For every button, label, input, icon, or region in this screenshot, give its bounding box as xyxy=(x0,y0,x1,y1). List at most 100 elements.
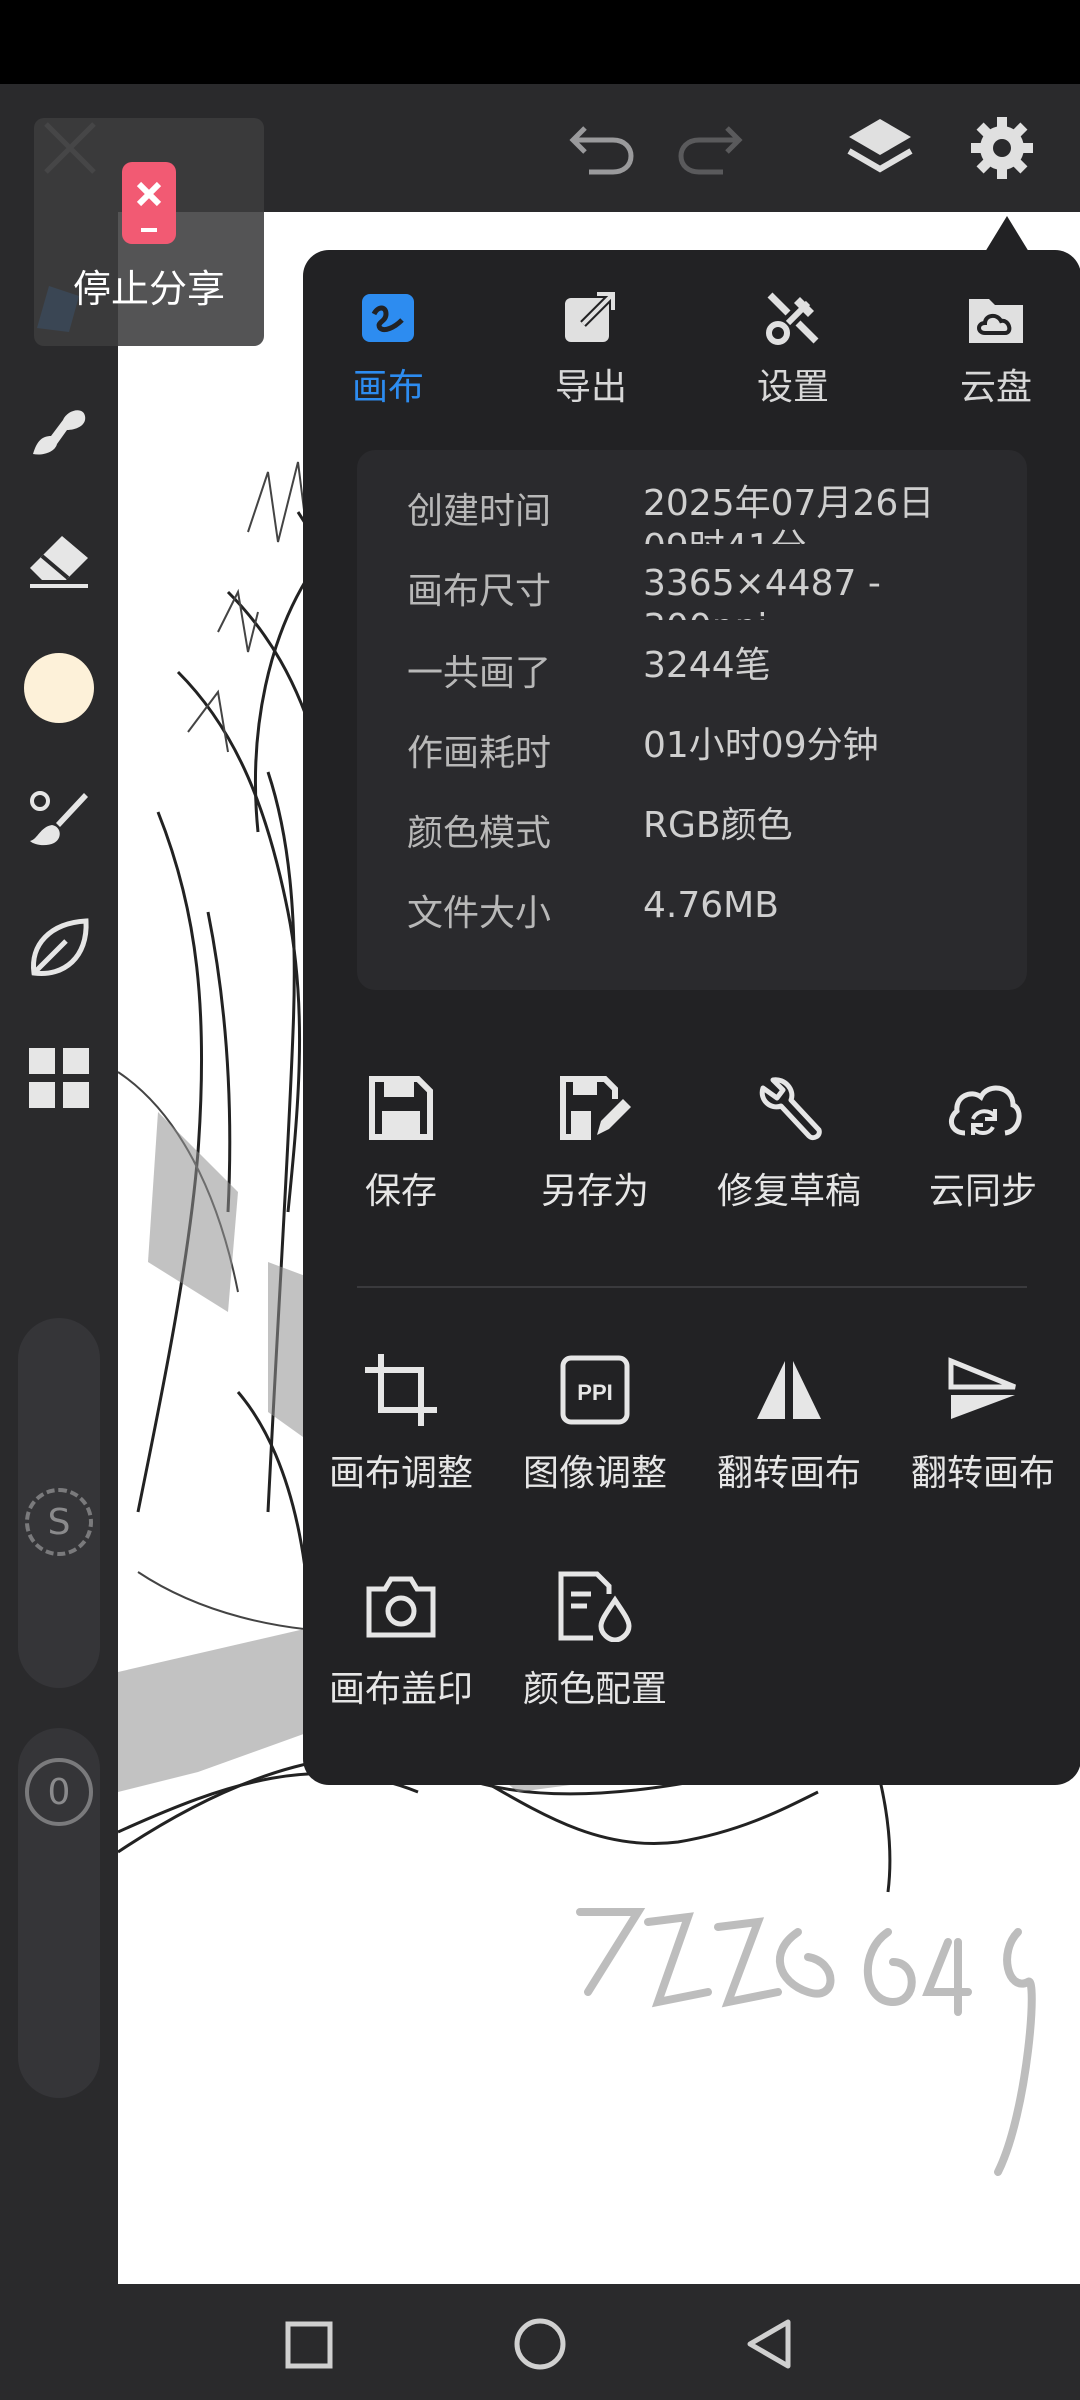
info-key: 文件大小 xyxy=(407,893,552,934)
canvas-adjust-label: 画布调整 xyxy=(328,1453,473,1494)
stop-sharing-label: 停止分享 xyxy=(72,267,225,311)
back-triangle-icon xyxy=(747,2319,791,2369)
smudge-tool-button[interactable] xyxy=(19,388,99,468)
cloud-drive-icon xyxy=(966,288,1026,348)
flip-horizontal-button[interactable]: 翻转画布 xyxy=(694,1350,884,1520)
cloud-sync-button[interactable]: 云同步 xyxy=(888,1068,1078,1238)
canvas-icon xyxy=(358,288,418,348)
settings-tools-icon xyxy=(763,288,823,348)
canvas-stamp-label: 画布盖印 xyxy=(328,1669,473,1710)
tab-cloud-drive[interactable]: 云盘 xyxy=(916,280,1076,420)
undo-icon xyxy=(569,126,634,175)
canvas-adjust-button[interactable]: 画布调整 xyxy=(306,1350,496,1520)
redo-icon xyxy=(678,126,743,175)
tab-export-label: 导出 xyxy=(554,367,627,408)
tab-settings[interactable]: 设置 xyxy=(713,280,873,420)
tab-settings-label: 设置 xyxy=(756,367,829,408)
home-button[interactable] xyxy=(512,2316,568,2372)
menu-arrow xyxy=(985,216,1029,252)
image-adjust-label: 图像调整 xyxy=(522,1453,667,1494)
info-value: 01小时09分钟 xyxy=(643,725,879,766)
color-config-icon xyxy=(555,1566,635,1646)
smoothing-toggle[interactable]: S xyxy=(19,1482,99,1562)
opacity-icon: 0 xyxy=(25,1758,93,1826)
save-as-button[interactable]: 另存为 xyxy=(500,1068,690,1238)
info-row-color-mode: 颜色模式 RGB颜色 xyxy=(407,804,1007,874)
more-tools-button[interactable] xyxy=(19,1038,99,1118)
smoothing-icon: S xyxy=(25,1488,93,1556)
flip-vertical-button[interactable]: 翻转画布 xyxy=(888,1350,1078,1520)
smudge-icon xyxy=(33,410,86,455)
eraser-tool-button[interactable] xyxy=(19,518,99,598)
circle-icon xyxy=(514,2318,566,2370)
opacity-label: 0 xyxy=(47,1771,71,1813)
back-button[interactable] xyxy=(742,2316,798,2372)
info-key: 创建时间 xyxy=(407,491,552,532)
color-config-label: 颜色配置 xyxy=(522,1669,667,1710)
info-key: 一共画了 xyxy=(407,653,552,694)
canvas-stamp-button[interactable]: 画布盖印 xyxy=(306,1566,496,1736)
tab-canvas-label: 画布 xyxy=(351,367,424,408)
save-icon xyxy=(361,1068,441,1148)
settings-button[interactable] xyxy=(954,96,1050,200)
info-value: 3244笔 xyxy=(643,645,771,686)
brush-settings-button[interactable] xyxy=(19,778,99,858)
wrench-icon xyxy=(749,1068,829,1148)
flip-horizontal-label: 翻转画布 xyxy=(716,1453,861,1494)
camera-icon xyxy=(361,1566,441,1646)
share-phone-icon xyxy=(122,162,176,244)
stop-sharing-overlay[interactable]: 停止分享 xyxy=(34,118,264,346)
tab-export[interactable]: 导出 xyxy=(511,280,671,420)
image-adjust-button[interactable]: PPI 图像调整 xyxy=(500,1350,690,1520)
current-color-swatch xyxy=(24,653,94,723)
save-as-icon xyxy=(555,1068,635,1148)
repair-draft-button[interactable]: 修复草稿 xyxy=(694,1068,884,1238)
cloud-sync-label: 云同步 xyxy=(928,1171,1037,1212)
info-value: 4.76MB xyxy=(643,885,779,926)
system-nav-bar xyxy=(0,2284,1080,2400)
status-bar xyxy=(0,0,1080,84)
flip-vertical-icon xyxy=(943,1350,1023,1430)
save-label: 保存 xyxy=(364,1171,437,1212)
tab-canvas[interactable]: 画布 xyxy=(308,280,468,420)
info-key: 颜色模式 xyxy=(407,813,552,854)
smoothing-label: S xyxy=(47,1501,71,1543)
ppi-icon: PPI xyxy=(555,1350,635,1430)
save-button[interactable]: 保存 xyxy=(306,1068,496,1238)
svg-text:PPI: PPI xyxy=(577,1380,612,1405)
undo-button[interactable] xyxy=(554,96,650,200)
info-row-time: 作画耗时 01小时09分钟 xyxy=(407,724,1007,794)
square-icon xyxy=(285,2321,333,2369)
export-icon xyxy=(561,288,621,348)
menu-divider xyxy=(357,1286,1027,1288)
redo-button[interactable] xyxy=(662,96,758,200)
flip-vertical-label: 翻转画布 xyxy=(910,1453,1055,1494)
repair-draft-label: 修复草稿 xyxy=(716,1171,861,1212)
cloud-sync-icon xyxy=(943,1068,1023,1148)
info-value: 3365×4487 - 300ppi xyxy=(643,563,881,620)
info-key: 画布尺寸 xyxy=(407,571,552,612)
layers-icon xyxy=(847,119,913,173)
color-config-button[interactable]: 颜色配置 xyxy=(500,1566,690,1736)
eraser-icon xyxy=(30,536,88,588)
tab-cloud-drive-label: 云盘 xyxy=(959,367,1032,408)
stylize-tool-button[interactable] xyxy=(19,908,99,988)
crop-icon xyxy=(361,1350,441,1430)
opacity-value-button[interactable]: 0 xyxy=(19,1752,99,1832)
info-value: 2025年07月26日 09时41分 xyxy=(643,483,935,544)
info-row-file-size: 文件大小 4.76MB xyxy=(407,884,1007,954)
recent-apps-button[interactable] xyxy=(282,2318,336,2372)
info-row-size: 画布尺寸 3365×4487 - 300ppi xyxy=(407,562,1007,632)
paint-brush-icon xyxy=(30,791,88,846)
info-row-strokes: 一共画了 3244笔 xyxy=(407,644,1007,714)
info-value: RGB颜色 xyxy=(643,805,793,846)
left-toolbar: S 0 xyxy=(0,212,118,2284)
grid-icon xyxy=(29,1048,89,1108)
gear-icon xyxy=(971,117,1033,179)
canvas-info-box: 创建时间 2025年07月26日 09时41分 画布尺寸 3365×4487 -… xyxy=(357,450,1027,990)
color-picker-button[interactable] xyxy=(19,648,99,728)
leaf-icon xyxy=(31,918,89,976)
canvas-menu-panel: 画布 导出 设置 云盘 创建时间 2025年07月26日 09时41分 画布尺寸… xyxy=(303,250,1080,1785)
layers-button[interactable] xyxy=(832,96,928,200)
info-key: 作画耗时 xyxy=(407,733,552,774)
